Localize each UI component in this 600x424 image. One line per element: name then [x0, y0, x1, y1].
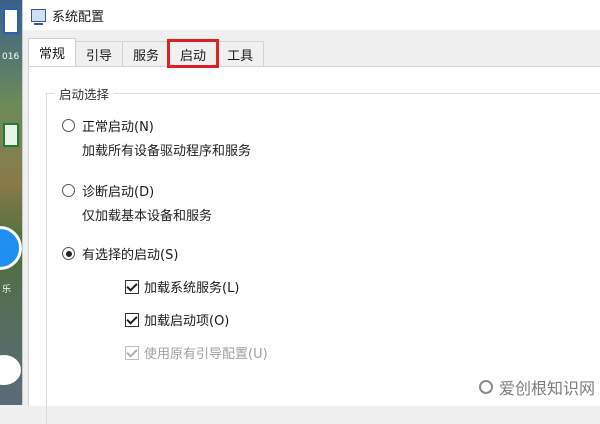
tab-tools[interactable]: 工具	[216, 41, 265, 66]
load-startup-items-checkbox[interactable]: 加载启动项(O)	[125, 310, 229, 329]
radio-label: 有选择的启动(S)	[82, 248, 179, 263]
checkbox-label: 使用原有引导配置(U)	[144, 347, 268, 362]
checkbox[interactable]	[125, 312, 139, 327]
tab-services[interactable]: 服务	[122, 41, 171, 66]
title-bar[interactable]: 系统配置	[23, 0, 600, 30]
load-system-services-checkbox[interactable]: 加载系统服务(L)	[125, 277, 239, 296]
diagnostic-startup-radio[interactable]: 诊断启动(D)	[62, 181, 154, 200]
checkbox[interactable]	[125, 279, 139, 294]
general-tab-panel: 启动选择 正常启动(N) 加载所有设备驱动程序和服务 诊断启动(D) 仅加载基本…	[28, 66, 600, 424]
selective-startup-radio[interactable]: 有选择的启动(S)	[62, 244, 178, 263]
tab-bar: 常规 引导 服务 启动 工具	[28, 38, 265, 68]
site-watermark: 爱创根知识网	[477, 375, 595, 399]
checkbox-label: 加载启动项(O)	[144, 314, 230, 329]
watermark-logo-icon	[477, 378, 495, 396]
desktop-background: 016 乐	[0, 0, 22, 405]
monitor-icon	[31, 8, 46, 25]
radio-button-selected[interactable]	[62, 247, 75, 260]
desktop-icon-caption: 016	[2, 52, 20, 62]
window-title: 系统配置	[52, 9, 105, 25]
app-circle-icon[interactable]	[0, 222, 22, 274]
tab-startup[interactable]: 启动	[167, 39, 220, 68]
group-legend: 启动选择	[55, 84, 114, 103]
radio-button[interactable]	[62, 184, 75, 197]
option-description: 仅加载基本设备和服务	[82, 209, 213, 224]
tab-general[interactable]: 常规	[28, 38, 77, 66]
radio-label: 正常启动(N)	[82, 120, 154, 135]
checkbox	[125, 345, 139, 360]
tab-boot[interactable]: 引导	[75, 41, 124, 66]
option-description: 加载所有设备驱动程序和服务	[82, 144, 252, 159]
radio-button[interactable]	[62, 119, 75, 132]
normal-startup-radio[interactable]: 正常启动(N)	[62, 116, 154, 135]
chat-icon[interactable]	[0, 348, 22, 392]
system-config-window: 系统配置 常规 引导 服务 启动 工具 启动选择 正常启动(N) 加载所有设备驱…	[22, 0, 600, 424]
checkbox-label: 加载系统服务(L)	[144, 281, 240, 296]
radio-label: 诊断启动(D)	[82, 185, 155, 200]
use-original-boot-config-checkbox: 使用原有引导配置(U)	[125, 343, 268, 362]
document-icon[interactable]	[0, 4, 22, 38]
watermark-text: 爱创根知识网	[498, 379, 595, 398]
spreadsheet-icon[interactable]	[0, 118, 22, 152]
desktop-icon-caption: 乐	[2, 285, 12, 295]
